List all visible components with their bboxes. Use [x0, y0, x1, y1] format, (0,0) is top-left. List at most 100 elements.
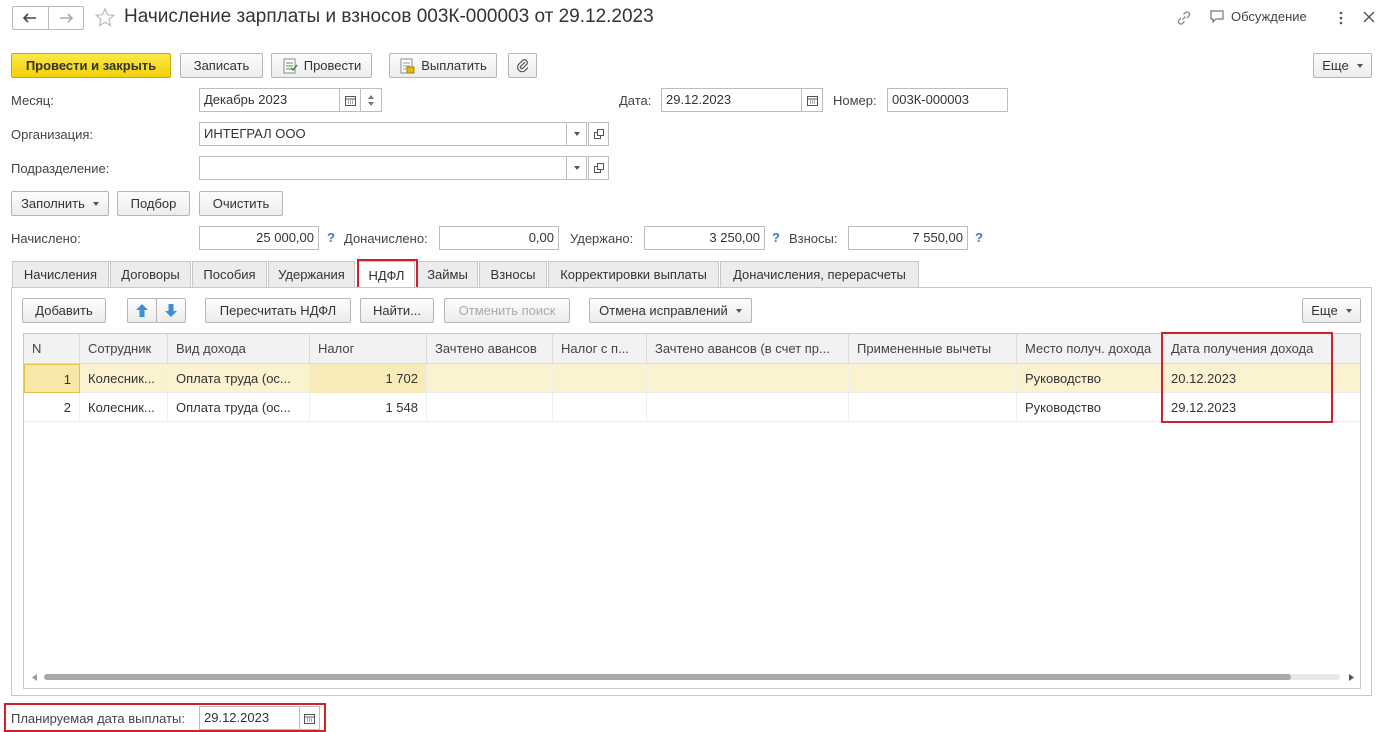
department-open-button[interactable]	[588, 156, 609, 180]
payment-document-icon	[400, 58, 415, 73]
scroll-left-icon[interactable]	[32, 674, 37, 681]
column-header-tax[interactable]: Налог	[310, 334, 427, 363]
post-button[interactable]: Провести	[271, 53, 372, 78]
horizontal-scrollbar[interactable]	[44, 674, 1340, 680]
column-header-n[interactable]: N	[24, 334, 80, 363]
chevron-down-icon	[1345, 308, 1352, 313]
planned-date-label: Планируемая дата выплаты:	[11, 711, 185, 726]
fill-button[interactable]: Заполнить	[11, 191, 109, 216]
chevron-down-icon	[92, 201, 99, 206]
column-header-employee[interactable]: Сотрудник	[80, 334, 168, 363]
accrued-help-icon[interactable]: ?	[327, 230, 335, 245]
add-label: Добавить	[35, 303, 93, 318]
scrollbar-thumb[interactable]	[44, 674, 1291, 680]
cell-n: 2	[24, 393, 80, 422]
forward-arrow-icon[interactable]	[49, 7, 84, 29]
column-header-advances-account[interactable]: Зачтено авансов (в счет пр...	[647, 334, 849, 363]
recalculate-ndfl-label: Пересчитать НДФЛ	[219, 303, 337, 318]
post-and-close-label: Провести и закрыть	[25, 58, 157, 73]
tab-deductions[interactable]: Удержания	[268, 261, 355, 287]
tab-loans[interactable]: Займы	[417, 261, 478, 287]
save-button[interactable]: Записать	[180, 53, 263, 78]
contributions-label: Взносы:	[789, 231, 838, 246]
organization-label: Организация:	[11, 127, 94, 142]
month-stepper[interactable]	[360, 88, 382, 112]
cell-income-place: Руководство	[1017, 364, 1163, 393]
discussion-icon	[1210, 10, 1224, 24]
clear-button[interactable]: Очистить	[199, 191, 283, 216]
scroll-right-icon[interactable]	[1349, 674, 1354, 681]
calendar-icon	[806, 95, 818, 106]
calendar-icon	[344, 95, 356, 106]
column-header-deductions[interactable]: Примененные вычеты	[849, 334, 1017, 363]
department-dropdown-button[interactable]	[566, 156, 587, 180]
department-field[interactable]	[199, 156, 567, 180]
organization-open-button[interactable]	[588, 122, 609, 146]
tab-contributions[interactable]: Взносы	[479, 261, 547, 287]
cell-deductions	[849, 364, 1017, 393]
month-calendar-button[interactable]	[339, 88, 361, 112]
open-form-icon	[593, 163, 604, 173]
organization-dropdown-button[interactable]	[566, 122, 587, 146]
chevron-down-icon	[735, 308, 742, 313]
cancel-corrections-button[interactable]: Отмена исправлений	[589, 298, 752, 323]
cancel-corrections-label: Отмена исправлений	[599, 303, 728, 318]
withheld-help-icon[interactable]: ?	[772, 230, 780, 245]
contributions-field: 7 550,00	[848, 226, 968, 250]
pay-button[interactable]: Выплатить	[389, 53, 497, 78]
attach-button[interactable]	[508, 53, 537, 78]
planned-date-field[interactable]: 29.12.2023	[199, 706, 300, 730]
cell-income-date: 20.12.2023	[1171, 371, 1237, 386]
column-header-advances[interactable]: Зачтено авансов	[427, 334, 553, 363]
more-vertical-icon[interactable]	[1338, 11, 1344, 25]
post-and-close-button[interactable]: Провести и закрыть	[11, 53, 171, 78]
column-header-income-type[interactable]: Вид дохода	[168, 334, 310, 363]
ndfl-more-label: Еще	[1311, 303, 1338, 318]
move-up-button[interactable]	[127, 298, 157, 323]
tab-payment-corrections[interactable]: Корректировки выплаты	[548, 261, 719, 287]
chevron-down-icon	[573, 166, 580, 170]
contributions-help-icon[interactable]: ?	[975, 230, 983, 245]
more-button[interactable]: Еще	[1313, 53, 1372, 78]
discussion-label: Обсуждение	[1231, 9, 1307, 24]
tab-accruals[interactable]: Начисления	[12, 261, 109, 287]
table-row[interactable]: 2 Колесник... Оплата труда (ос... 1 548 …	[24, 393, 1360, 422]
tab-ndfl[interactable]: НДФЛ	[358, 261, 415, 288]
date-field[interactable]: 29.12.2023	[661, 88, 802, 112]
favorite-star-icon[interactable]	[95, 8, 115, 27]
move-down-button[interactable]	[156, 298, 186, 323]
add-button[interactable]: Добавить	[22, 298, 106, 323]
cell-income-type: Оплата труда (ос...	[168, 393, 310, 422]
column-header-income-date[interactable]: Дата получения дохода	[1163, 334, 1360, 363]
cancel-search-button[interactable]: Отменить поиск	[444, 298, 570, 323]
find-label: Найти...	[373, 303, 421, 318]
tab-contracts[interactable]: Договоры	[110, 261, 191, 287]
open-form-icon	[593, 129, 604, 139]
recalculate-ndfl-button[interactable]: Пересчитать НДФЛ	[205, 298, 351, 323]
post-label: Провести	[303, 58, 362, 73]
month-field[interactable]: Декабрь 2023	[199, 88, 340, 112]
ndfl-more-button[interactable]: Еще	[1302, 298, 1361, 323]
cell-tax: 1 548	[310, 393, 427, 422]
back-arrow-icon[interactable]	[13, 7, 49, 29]
date-calendar-button[interactable]	[801, 88, 823, 112]
column-header-income-place[interactable]: Место получ. дохода	[1017, 334, 1163, 363]
cell-advances-account	[647, 393, 849, 422]
select-button[interactable]: Подбор	[117, 191, 190, 216]
table-header: N Сотрудник Вид дохода Налог Зачтено ава…	[24, 334, 1360, 364]
find-button[interactable]: Найти...	[360, 298, 434, 323]
planned-date-calendar-button[interactable]	[299, 706, 320, 730]
accrued-field: 25 000,00	[199, 226, 319, 250]
number-field[interactable]: 003К-000003	[887, 88, 1008, 112]
discussion-button[interactable]: Обсуждение	[1209, 9, 1307, 24]
table-row[interactable]: 1 Колесник... Оплата труда (ос... 1 702 …	[24, 364, 1360, 393]
select-label: Подбор	[130, 196, 177, 211]
tab-recalculations[interactable]: Доначисления, перерасчеты	[720, 261, 919, 287]
close-icon[interactable]	[1363, 11, 1375, 23]
column-header-tax-p[interactable]: Налог с п...	[553, 334, 647, 363]
link-icon[interactable]	[1176, 10, 1192, 26]
organization-field[interactable]: ИНТЕГРАЛ ООО	[199, 122, 567, 146]
cell-income-place: Руководство	[1017, 393, 1163, 422]
tab-benefits[interactable]: Пособия	[192, 261, 267, 287]
more-label: Еще	[1322, 58, 1349, 73]
